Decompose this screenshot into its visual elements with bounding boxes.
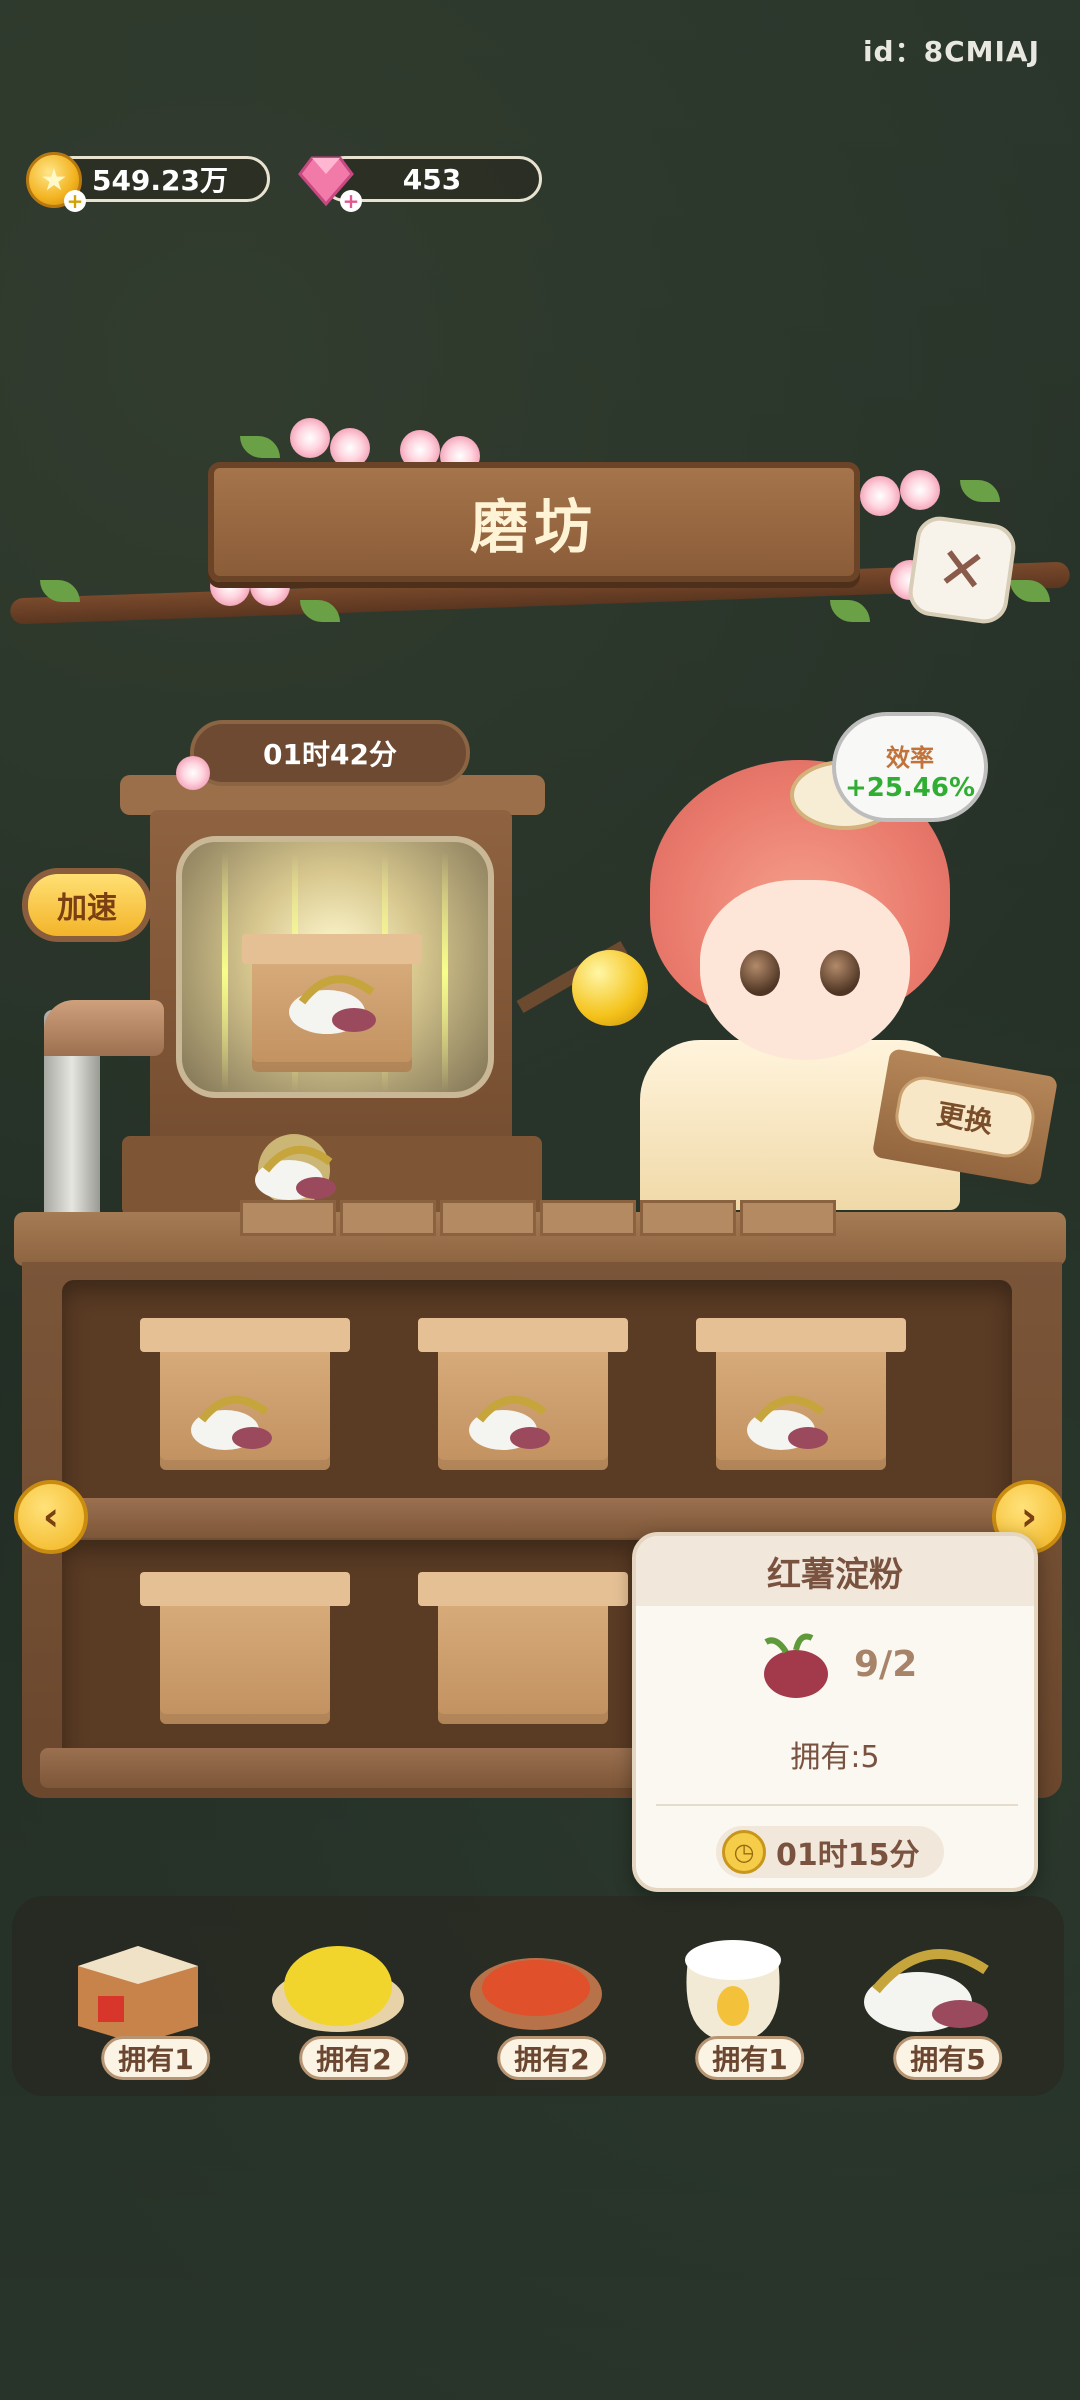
- inventory-item[interactable]: 拥有2: [258, 1920, 428, 2080]
- inventory-item[interactable]: 拥有5: [852, 1920, 1022, 2080]
- clock-icon: ◷: [722, 1830, 766, 1874]
- worker-eye: [820, 950, 860, 996]
- queue-slot[interactable]: [340, 1200, 436, 1236]
- item-requirement: 9/2: [854, 1644, 918, 1685]
- queue-slot[interactable]: [640, 1200, 736, 1236]
- flour-sack-icon: [685, 1940, 781, 2042]
- add-gems-icon[interactable]: +: [340, 190, 362, 212]
- lever-knob[interactable]: [572, 950, 648, 1026]
- close-button[interactable]: ✕: [905, 513, 1019, 627]
- add-coins-icon[interactable]: +: [64, 190, 86, 212]
- efficiency-label: 效率: [886, 744, 934, 772]
- owned-count: 拥有2: [299, 2036, 409, 2080]
- owned-count: 拥有2: [497, 2036, 607, 2080]
- close-icon: ✕: [933, 532, 991, 608]
- owned-count: 拥有5: [893, 2036, 1003, 2080]
- output-starch-icon: [255, 1134, 336, 1206]
- machine-window: [176, 836, 494, 1098]
- item-craft-time: ◷ 01时15分: [716, 1826, 944, 1878]
- blossom-decoration: [860, 476, 900, 516]
- item-name: 红薯淀粉: [636, 1536, 1034, 1606]
- empty-storage-box[interactable]: [438, 1594, 608, 1724]
- item-owned: 拥有:5: [790, 1740, 880, 1775]
- empty-storage-box[interactable]: [160, 1594, 330, 1724]
- chevron-right-icon: ›: [1020, 1494, 1038, 1540]
- rice-crate-icon: [78, 1946, 198, 2044]
- worker-eye: [740, 950, 780, 996]
- inventory-item[interactable]: 拥有1: [60, 1920, 230, 2080]
- production-timer: 01时42分: [190, 720, 470, 786]
- sweet-potato-starch-icon: [864, 1949, 989, 2032]
- craft-time-value: 01时15分: [776, 1838, 920, 1873]
- user-id-label: id：8CMIAJ: [862, 35, 1040, 68]
- efficiency-value: +25.46%: [844, 773, 976, 803]
- blossom-decoration: [290, 418, 330, 458]
- sweet-potato-starch-icon: [191, 1395, 272, 1450]
- sweet-potato-icon: [764, 1633, 828, 1698]
- queue-slot[interactable]: [740, 1200, 836, 1236]
- coin-amount: 549.23万: [91, 164, 229, 197]
- queue-slot[interactable]: [240, 1200, 336, 1236]
- sweet-potato-starch-icon: [747, 1395, 828, 1450]
- owned-count: 拥有1: [101, 2036, 211, 2080]
- blossom-decoration: [900, 470, 940, 510]
- chili-powder-icon: [470, 1958, 602, 2030]
- sweet-potato-starch-icon: [289, 975, 376, 1034]
- sweet-potato-starch-icon: [469, 1395, 550, 1450]
- change-label: 更换: [891, 1072, 1039, 1162]
- speed-up-label: 加速: [28, 874, 146, 936]
- inventory-item[interactable]: 拥有1: [654, 1920, 824, 2080]
- worker-face: [700, 880, 910, 1060]
- owned-count: 拥有1: [695, 2036, 805, 2080]
- queue-slot[interactable]: [540, 1200, 636, 1236]
- efficiency-bubble: 效率 +25.46%: [832, 712, 988, 822]
- chevron-left-icon: ‹: [42, 1494, 60, 1540]
- machine-pipe-elbow: [44, 1000, 164, 1056]
- gem-amount: 453: [402, 162, 462, 196]
- inventory-item[interactable]: 拥有2: [456, 1920, 626, 2080]
- previous-page-button[interactable]: ‹: [14, 1480, 88, 1554]
- blossom-decoration: [176, 756, 210, 790]
- queue-slot[interactable]: [440, 1200, 536, 1236]
- speed-up-button[interactable]: 加速: [22, 868, 152, 942]
- item-info-popup: 红薯淀粉 9/2 拥有:5 ◷ 01时15分: [632, 1532, 1038, 1892]
- corn-meal-icon: [272, 1946, 404, 2032]
- mill-title: 磨坊: [208, 462, 860, 582]
